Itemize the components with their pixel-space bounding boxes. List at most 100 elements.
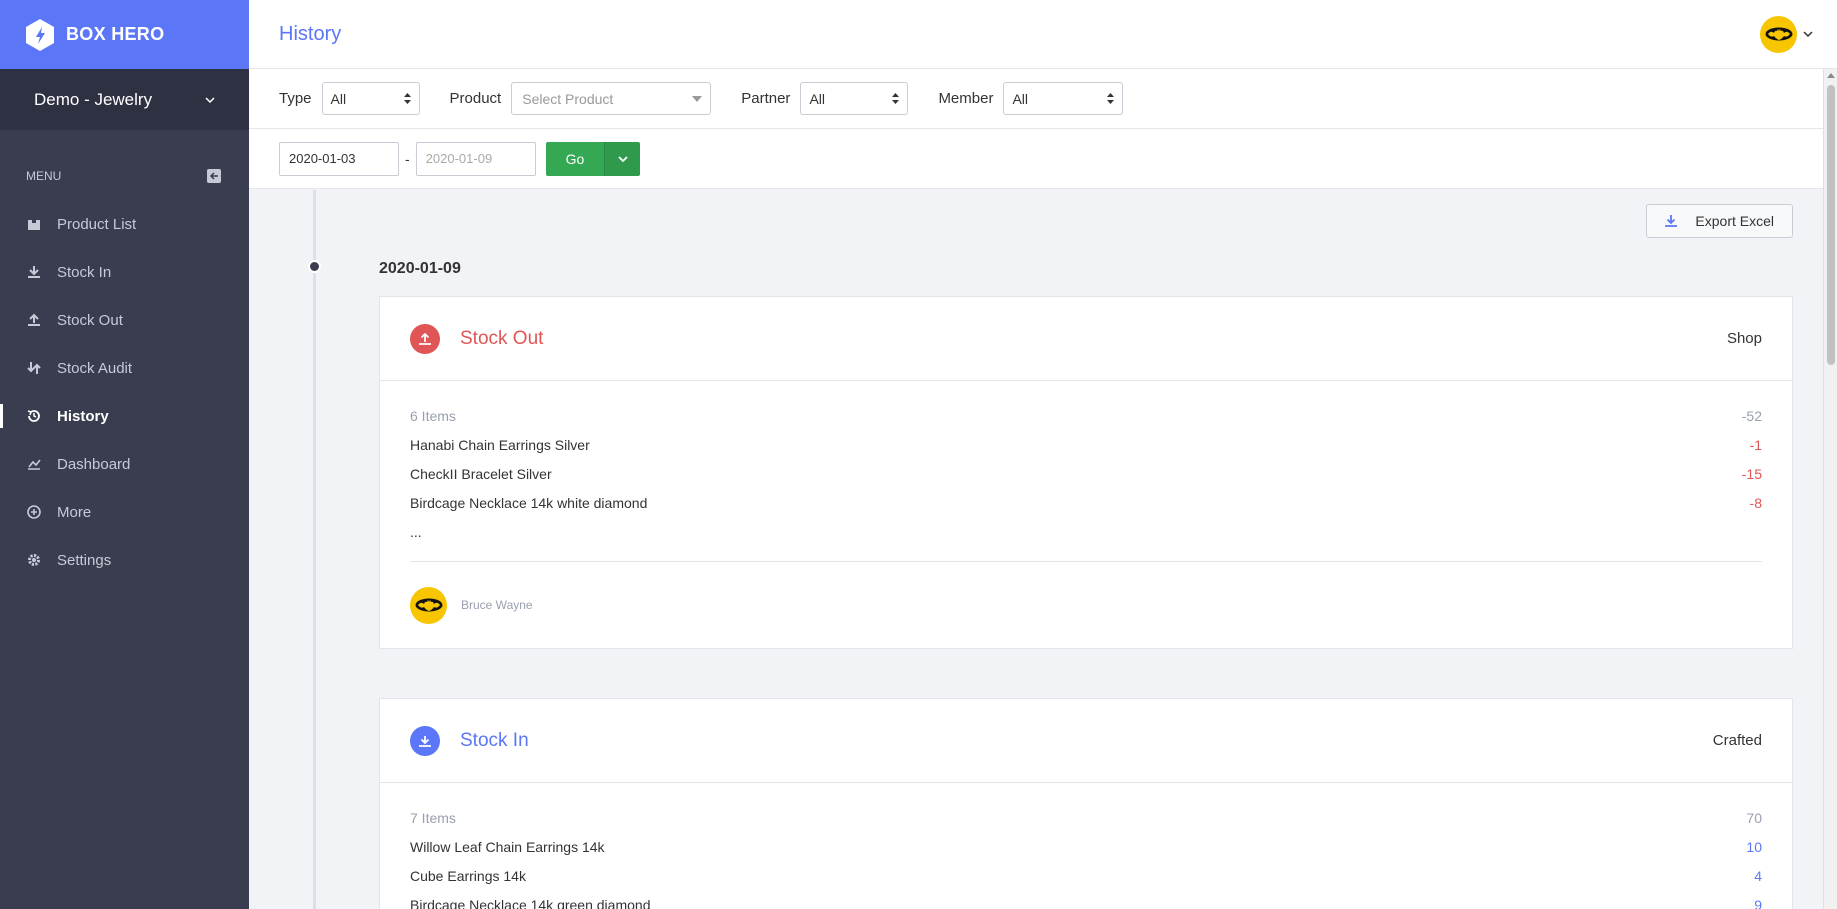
sidebar-item-history[interactable]: History xyxy=(0,392,249,440)
item-quantity: 4 xyxy=(1754,867,1762,884)
chevron-down-icon xyxy=(1803,31,1813,37)
items-summary-row: 6 Items -52 xyxy=(410,401,1762,430)
sidebar-item-stock-audit[interactable]: Stock Audit xyxy=(0,344,249,392)
go-button[interactable]: Go xyxy=(545,141,605,176)
item-count: 7 Items xyxy=(410,809,456,826)
history-icon xyxy=(26,408,42,424)
stock-in-download-icon xyxy=(410,725,440,756)
sidebar: BOX HERO Demo - Jewelry MENU Product Lis… xyxy=(0,0,249,909)
avatar xyxy=(1760,15,1797,53)
sidebar-item-label: Stock Out xyxy=(57,311,123,329)
user-menu[interactable] xyxy=(1760,15,1813,53)
item-name: CheckII Bracelet Silver xyxy=(410,465,552,482)
sort-arrows-icon xyxy=(1107,93,1115,104)
sort-arrows-icon xyxy=(892,93,900,104)
member-label: Member xyxy=(938,90,994,107)
product-select[interactable]: Select Product xyxy=(511,82,712,115)
date-separator: - xyxy=(405,150,410,167)
sidebar-item-stock-out[interactable]: Stock Out xyxy=(0,296,249,344)
filter-bar: Type All Product Select Product Partner … xyxy=(249,69,1823,129)
list-item: Birdcage Necklace 14k white diamond -8 xyxy=(410,488,1762,517)
item-quantity: -8 xyxy=(1749,494,1762,511)
sidebar-menu: Product List Stock In Stock Out Stock Au… xyxy=(0,200,249,584)
chevron-down-icon xyxy=(205,96,215,103)
boxhero-logo-icon xyxy=(26,18,54,51)
audit-icon xyxy=(26,360,42,376)
upload-icon xyxy=(26,312,42,328)
timeline-date: 2020-01-09 xyxy=(379,260,461,277)
items-summary-row: 7 Items 70 xyxy=(410,803,1762,832)
item-quantity: 9 xyxy=(1754,896,1762,909)
member-name: Bruce Wayne xyxy=(461,598,533,612)
transaction-type: Stock In xyxy=(460,729,529,751)
type-select-value: All xyxy=(330,90,347,107)
gear-icon xyxy=(26,552,42,568)
sidebar-item-stock-in[interactable]: Stock In xyxy=(0,248,249,296)
sidebar-item-label: Stock Audit xyxy=(57,359,133,377)
sort-arrows-icon xyxy=(403,93,411,104)
item-name: Cube Earrings 14k xyxy=(410,867,526,884)
timeline-dot xyxy=(308,260,321,273)
start-date-input[interactable] xyxy=(279,141,399,176)
plus-circle-icon xyxy=(26,504,42,520)
more-items-indicator: ... xyxy=(410,523,422,540)
workspace-name: Demo - Jewelry xyxy=(34,89,153,109)
transaction-card-stock-out[interactable]: Stock Out Shop 6 Items -52 Hanabi Chain … xyxy=(379,296,1793,649)
item-quantity: 10 xyxy=(1746,838,1762,855)
sidebar-item-product-list[interactable]: Product List xyxy=(0,200,249,248)
partner-select[interactable]: All xyxy=(800,82,909,115)
top-bar: History xyxy=(249,0,1837,69)
product-select-placeholder: Select Product xyxy=(522,90,614,107)
page-scrollbar[interactable] xyxy=(1823,69,1837,909)
partner-label: Partner xyxy=(741,90,791,107)
list-item: Birdcage Necklace 14k green diamond 9 xyxy=(410,890,1762,909)
member-select-value: All xyxy=(1012,90,1029,107)
box-icon xyxy=(26,216,42,232)
item-name: Hanabi Chain Earrings Silver xyxy=(410,436,590,453)
caret-down-icon xyxy=(692,95,703,102)
export-excel-label: Export Excel xyxy=(1695,213,1774,229)
list-item: Willow Leaf Chain Earrings 14k 10 xyxy=(410,832,1762,861)
sidebar-item-label: Dashboard xyxy=(57,455,131,473)
transaction-card-stock-in[interactable]: Stock In Crafted 7 Items 70 Willow Leaf … xyxy=(379,698,1793,909)
scroll-up-arrow-icon[interactable] xyxy=(1827,73,1835,78)
go-dropdown-button[interactable] xyxy=(604,141,641,176)
download-icon xyxy=(1665,215,1678,227)
total-quantity: -52 xyxy=(1741,407,1762,424)
item-name: Willow Leaf Chain Earrings 14k xyxy=(410,838,605,855)
item-quantity: -15 xyxy=(1741,465,1762,482)
chevron-down-icon xyxy=(618,155,628,162)
brand-name: BOX HERO xyxy=(66,24,165,44)
brand-header[interactable]: BOX HERO xyxy=(0,0,249,69)
partner-name: Crafted xyxy=(1712,732,1762,749)
total-quantity: 70 xyxy=(1746,809,1762,826)
member-avatar xyxy=(410,586,447,624)
date-range-bar: - Go xyxy=(249,129,1823,189)
list-item: Hanabi Chain Earrings Silver -1 xyxy=(410,430,1762,459)
product-label: Product xyxy=(449,90,502,107)
transaction-type: Stock Out xyxy=(460,327,544,349)
list-item: CheckII Bracelet Silver -15 xyxy=(410,459,1762,488)
item-name: Birdcage Necklace 14k green diamond xyxy=(410,896,651,909)
sidebar-item-settings[interactable]: Settings xyxy=(0,536,249,584)
workspace-switcher[interactable]: Demo - Jewelry xyxy=(0,69,249,130)
member-select[interactable]: All xyxy=(1003,82,1124,115)
sidebar-item-label: Settings xyxy=(57,551,112,569)
batman-logo-icon xyxy=(1765,27,1792,41)
type-select[interactable]: All xyxy=(321,82,420,115)
item-name: Birdcage Necklace 14k white diamond xyxy=(410,494,648,511)
partner-name: Shop xyxy=(1726,330,1762,347)
sidebar-item-more[interactable]: More xyxy=(0,488,249,536)
sidebar-item-label: Stock In xyxy=(57,263,112,281)
history-content: Export Excel 2020-01-09 Stock Out Shop 6… xyxy=(249,190,1823,909)
sidebar-item-dashboard[interactable]: Dashboard xyxy=(0,440,249,488)
list-item: Cube Earrings 14k 4 xyxy=(410,861,1762,890)
export-excel-button[interactable]: Export Excel xyxy=(1646,204,1793,238)
collapse-sidebar-icon[interactable] xyxy=(207,169,221,183)
partner-select-value: All xyxy=(809,90,825,107)
type-label: Type xyxy=(279,90,312,107)
end-date-input[interactable] xyxy=(415,141,536,176)
page-title: History xyxy=(279,22,342,45)
scroll-thumb[interactable] xyxy=(1827,85,1835,365)
download-icon xyxy=(26,264,42,280)
